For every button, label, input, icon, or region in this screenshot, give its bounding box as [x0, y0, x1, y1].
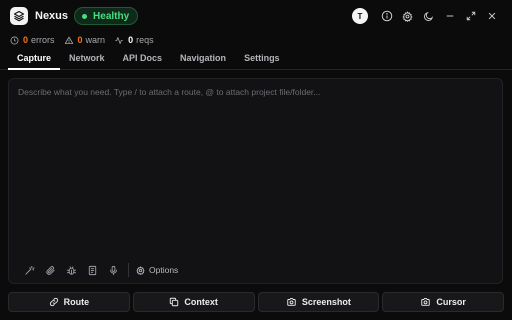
action-bar: Route Context Screenshot Cursor: [8, 292, 504, 312]
errors-label: errors: [31, 35, 55, 45]
close-icon: [488, 12, 495, 20]
options-button[interactable]: Options: [136, 265, 178, 275]
status-row: 0 errors 0 warn 0 reqs: [0, 32, 512, 48]
prompt-placeholder: Describe what you need. Type / to attach…: [18, 87, 321, 97]
errors-stat: 0 errors: [10, 35, 55, 45]
info-button[interactable]: [376, 6, 397, 27]
clock-icon: [10, 36, 19, 44]
tab-capture[interactable]: Capture: [8, 48, 61, 70]
errors-count: 0: [23, 35, 29, 45]
title-bar: Nexus Healthy T: [0, 0, 512, 32]
magic-wand-button[interactable]: [19, 260, 40, 281]
options-label: Options: [149, 265, 179, 275]
voice-button[interactable]: [103, 260, 124, 281]
tab-navigation[interactable]: Navigation: [171, 48, 235, 70]
cursor-label: Cursor: [436, 297, 466, 307]
document-icon: [88, 265, 97, 275]
avatar[interactable]: T: [352, 8, 368, 24]
settings-button[interactable]: [397, 6, 418, 27]
tab-bar: Capture Network API Docs Navigation Sett…: [0, 48, 512, 70]
camera-icon: [421, 298, 431, 306]
prompt-editor[interactable]: Describe what you need. Type / to attach…: [8, 78, 503, 284]
tab-settings[interactable]: Settings: [235, 48, 289, 70]
debug-button[interactable]: [61, 260, 82, 281]
bug-icon: [66, 265, 77, 275]
warning-icon: [64, 36, 73, 44]
minimize-icon: [446, 15, 453, 17]
document-button[interactable]: [82, 260, 103, 281]
route-label: Route: [63, 297, 90, 307]
tab-network[interactable]: Network: [60, 48, 114, 70]
reqs-label: reqs: [136, 35, 154, 45]
status-dot: [82, 13, 88, 19]
microphone-icon: [110, 265, 117, 275]
editor-toolbar: Options: [9, 257, 502, 283]
gear-icon: [136, 265, 145, 275]
route-button[interactable]: Route: [8, 292, 130, 312]
reqs-count: 0: [128, 35, 134, 45]
theme-toggle-button[interactable]: [418, 6, 439, 27]
activity-icon: [115, 36, 123, 44]
screenshot-label: Screenshot: [301, 297, 351, 307]
warn-stat: 0 warn: [64, 35, 106, 45]
health-badge: Healthy: [74, 7, 139, 25]
tab-api-docs[interactable]: API Docs: [114, 48, 172, 70]
attach-button[interactable]: [40, 260, 61, 281]
layers-icon: [10, 7, 28, 25]
health-label: Healthy: [93, 10, 130, 22]
moon-icon: [424, 11, 434, 21]
app-name: Nexus: [35, 10, 69, 22]
warn-count: 0: [77, 35, 83, 45]
toolbar-divider: [128, 263, 129, 277]
expand-button[interactable]: [460, 6, 481, 27]
paperclip-icon: [46, 265, 55, 275]
cursor-button[interactable]: Cursor: [382, 292, 504, 312]
minimize-button[interactable]: [439, 6, 460, 27]
close-button[interactable]: [481, 6, 502, 27]
expand-icon: [466, 11, 475, 21]
screenshot-button[interactable]: Screenshot: [257, 292, 380, 312]
context-button[interactable]: Context: [132, 292, 255, 312]
copy-icon: [170, 297, 179, 307]
reqs-stat: 0 reqs: [114, 35, 154, 45]
context-label: Context: [184, 297, 218, 307]
link-icon: [49, 297, 58, 307]
wand-icon: [25, 265, 35, 275]
info-icon: [381, 10, 392, 22]
warn-label: warn: [85, 35, 106, 45]
gear-icon: [402, 10, 413, 22]
camera-icon: [287, 298, 296, 306]
